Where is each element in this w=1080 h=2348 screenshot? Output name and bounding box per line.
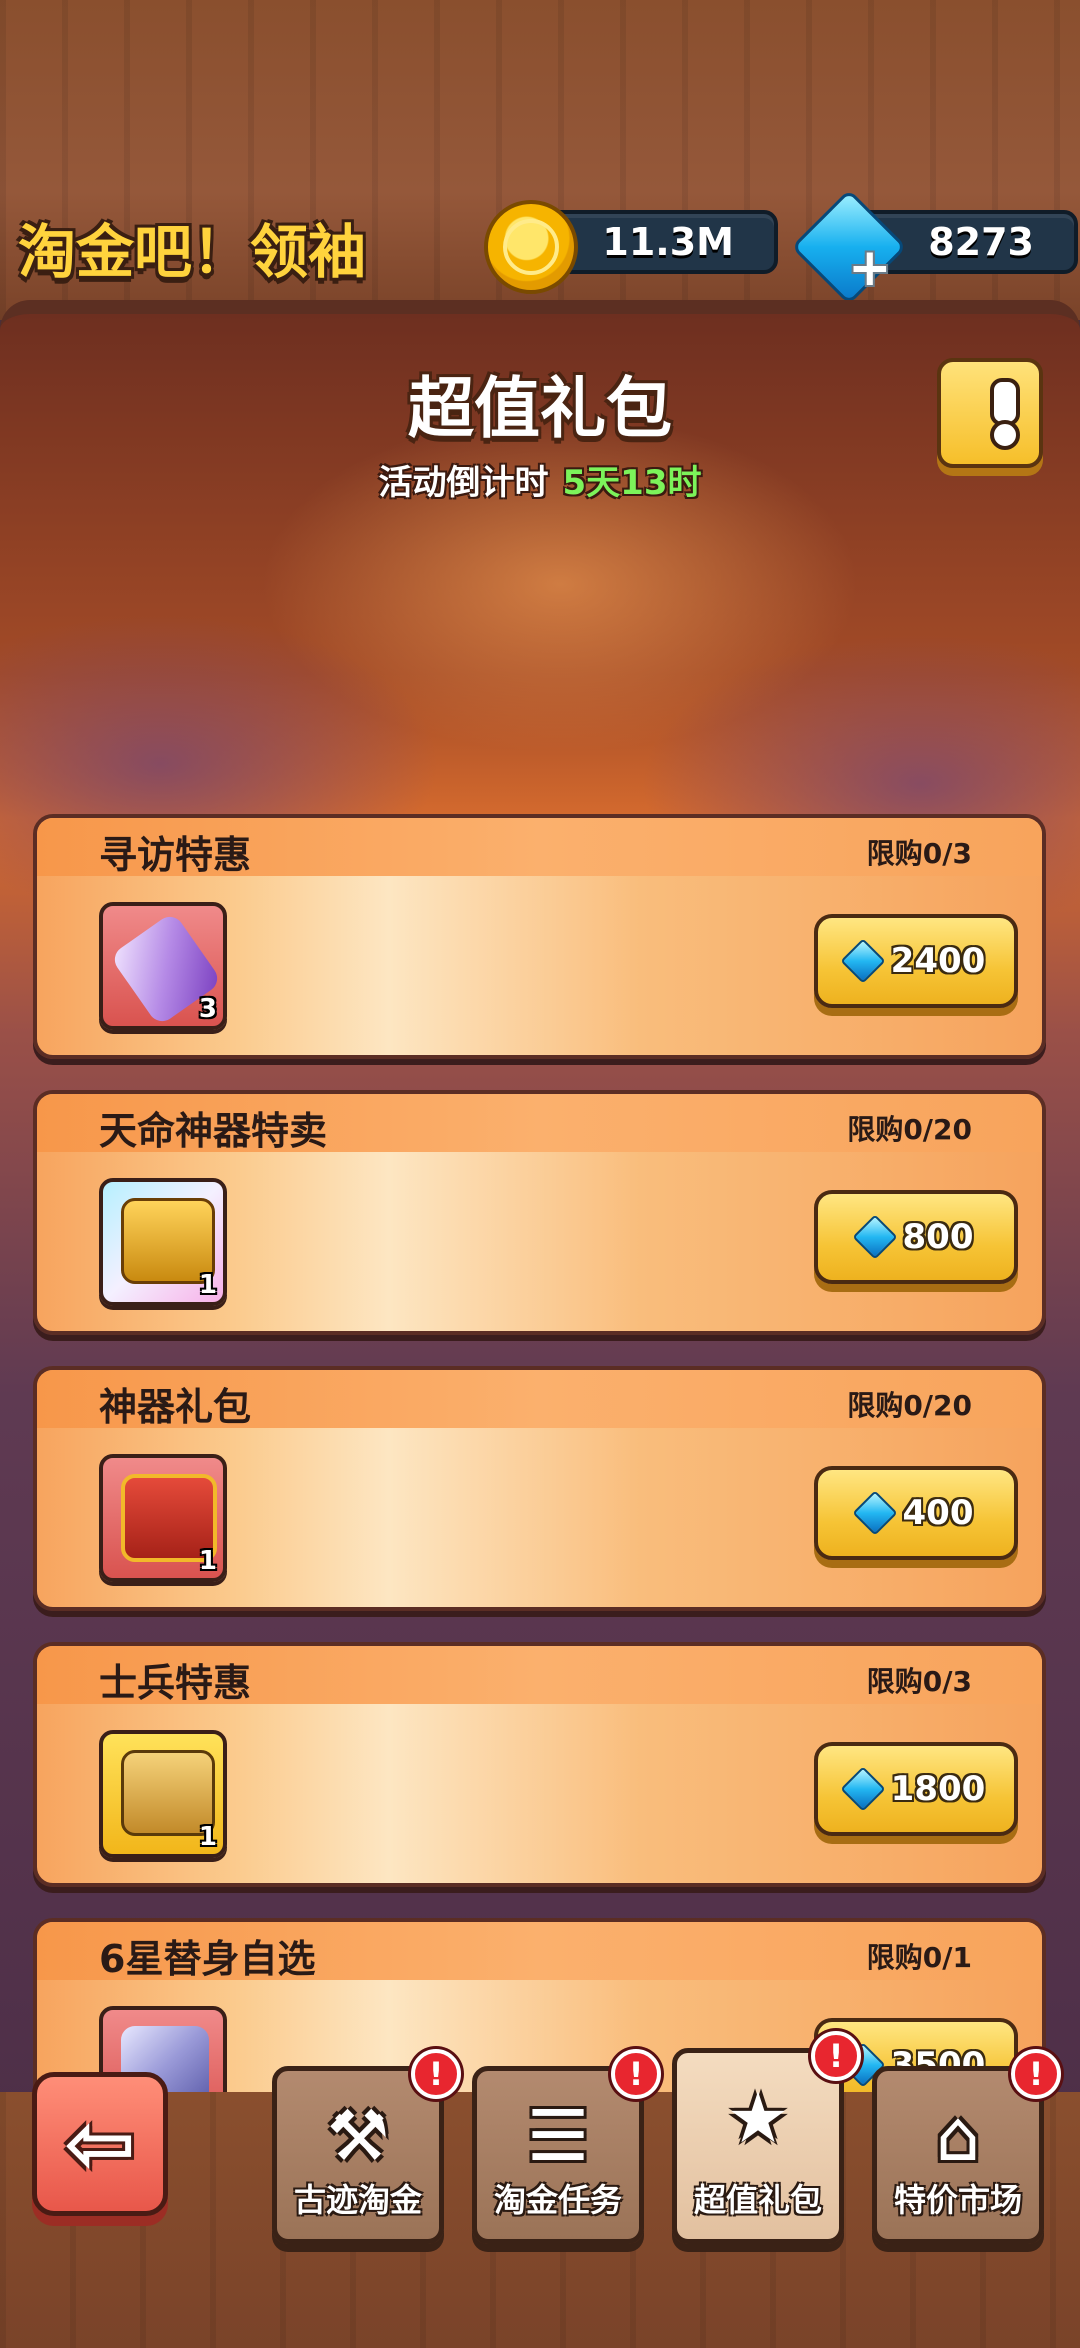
item-count: 1 [198, 1270, 217, 1300]
alert-badge: ! [611, 2049, 661, 2099]
purchase-limit: 限购0/20 [847, 1389, 972, 1422]
tab-gift-pack[interactable]: ★ 超值礼包 ! [672, 2031, 861, 2244]
purchase-limit: 限购0/3 [866, 1665, 972, 1698]
tab-label: 古迹淘金 [293, 2181, 422, 2219]
tab-gold-tasks[interactable]: ☰ 淘金任务 ! [472, 2049, 661, 2244]
clipboard-icon: ☰ [526, 2095, 590, 2177]
countdown-label: 活动倒计时 [378, 463, 549, 503]
offer-title: 神器礼包 [99, 1385, 252, 1429]
shop-icon: ⌂ [935, 2095, 981, 2177]
gem-icon [851, 1490, 898, 1536]
gem-amount: 8273 [928, 220, 1034, 264]
add-gems-icon[interactable]: + [848, 242, 892, 294]
offer-title: 6星替身自选 [99, 1937, 316, 1981]
offer-card: 天命神器特卖 限购0/20 1 800 [33, 1090, 1046, 1335]
gem-icon [851, 1214, 898, 1260]
item-count: 1 [198, 1546, 217, 1576]
gift-icon: ★ [726, 2077, 790, 2159]
purchase-limit: 限购0/1 [866, 1941, 972, 1974]
alert-badge: ! [411, 2049, 461, 2099]
item-count: 3 [198, 994, 217, 1024]
price: 800 [902, 1217, 974, 1257]
alert-badge: ! [811, 2031, 861, 2081]
red-chest-icon[interactable]: 1 [99, 1454, 227, 1582]
buy-button[interactable]: 400 [814, 1466, 1018, 1560]
gold-coin-icon [484, 200, 578, 294]
price: 1800 [890, 1769, 986, 1809]
purchase-limit: 限购0/20 [847, 1113, 972, 1146]
price: 400 [902, 1493, 974, 1533]
gold-amount: 11.3M [602, 220, 734, 264]
game-title: 淘金吧！领袖 [18, 218, 367, 286]
mask-chest-icon[interactable]: 1 [99, 1730, 227, 1858]
panel-title: 超值礼包 [408, 370, 672, 447]
item-count: 1 [198, 1822, 217, 1852]
buy-button[interactable]: 2400 [814, 914, 1018, 1008]
countdown-value: 5天13时 [562, 463, 702, 503]
back-arrow-icon: ⇦ [63, 2094, 137, 2194]
tab-special-market[interactable]: ⌂ 特价市场 ! [872, 2049, 1061, 2244]
scroll-icon[interactable]: 3 [99, 902, 227, 1030]
offer-title: 士兵特惠 [99, 1661, 252, 1705]
offer-card: 士兵特惠 限购0/3 1 1800 [33, 1642, 1046, 1887]
offer-card: 寻访特惠 限购0/3 3 2400 [33, 814, 1046, 1059]
gem-icon [840, 938, 886, 984]
tab-label: 特价市场 [893, 2181, 1022, 2219]
price: 2400 [890, 941, 986, 981]
chest-icon[interactable]: 1 [99, 1178, 227, 1306]
back-button[interactable]: ⇦ [32, 2072, 168, 2216]
info-button[interactable] [937, 358, 1043, 468]
pickaxe-icon: ⚒ [326, 2095, 390, 2177]
offer-card: 神器礼包 限购0/20 1 400 [33, 1366, 1046, 1611]
offer-title: 寻访特惠 [99, 833, 252, 877]
gem-icon [840, 1766, 886, 1812]
buy-button[interactable]: 800 [814, 1190, 1018, 1284]
tab-label: 超值礼包 [693, 2181, 822, 2219]
tab-label: 淘金任务 [493, 2181, 622, 2219]
offer-title: 天命神器特卖 [99, 1109, 328, 1153]
buy-button[interactable]: 1800 [814, 1742, 1018, 1836]
countdown: 活动倒计时 5天13时 [0, 455, 1080, 504]
tab-ruins-gold[interactable]: ⚒ 古迹淘金 ! [272, 2049, 461, 2244]
alert-badge: ! [1011, 2049, 1061, 2099]
purchase-limit: 限购0/3 [866, 837, 972, 870]
